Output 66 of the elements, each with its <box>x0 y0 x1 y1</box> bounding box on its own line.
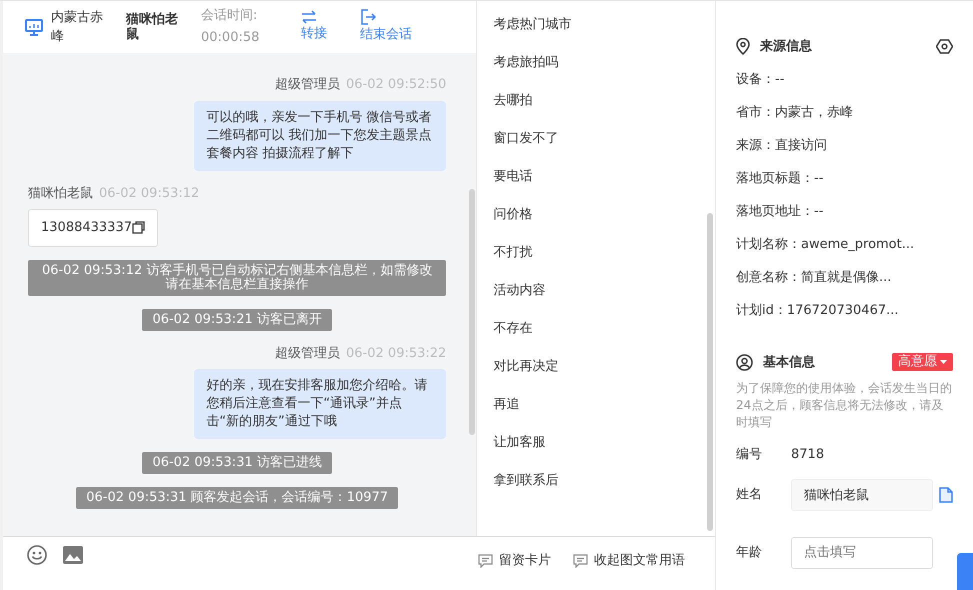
info-field: 计划名称：aweme_promot... <box>736 234 953 254</box>
user-icon <box>736 354 753 371</box>
system-message: 06-02 09:53:21 访客已离开 <box>142 308 332 330</box>
info-field: 落地页地址：-- <box>736 202 953 222</box>
message-time: 06-02 09:53:12 <box>99 184 200 202</box>
caret-icon <box>940 360 947 364</box>
toolbar-button[interactable]: 收起图文常用语 <box>573 551 685 571</box>
quick-reply-item[interactable]: 再追 <box>493 395 715 415</box>
quick-reply-item[interactable]: 拿到联系后 <box>493 471 715 491</box>
quick-reply-item[interactable]: 问价格 <box>493 205 715 225</box>
info-field: 省市：内蒙古，赤峰 <box>736 102 953 122</box>
comment-icon <box>573 554 588 568</box>
emoji-icon[interactable] <box>27 545 47 566</box>
quick-reply-item[interactable]: 活动内容 <box>493 281 715 301</box>
sender-name: 超级管理员 <box>275 344 340 362</box>
comment-icon <box>478 554 493 568</box>
info-field: 来源：直接访问 <box>736 136 953 156</box>
info-field: 创意名称：简直就是偶像... <box>736 268 953 288</box>
intent-tag[interactable]: 高意愿 <box>892 353 953 372</box>
quick-reply-item[interactable]: 窗口发不了 <box>493 129 715 149</box>
input-field[interactable]: 猫咪怕老鼠 <box>791 478 933 510</box>
phone-number: 13088433337 <box>41 219 132 237</box>
sender-name: 超级管理员 <box>275 76 340 94</box>
system-message: 06-02 09:53:31 访客已进线 <box>142 452 332 474</box>
notice-text: 为了保障您的使用体验，会话发生当日的24点之后，顾客信息将无法修改，请及时填写 <box>736 380 953 431</box>
transfer-icon <box>301 10 317 24</box>
message-bubble: 好的亲，现在安排客服加您介绍哈。请您稍后注意查看一下“通讯录”并点击“新的朋友”通过下哦 <box>194 369 446 439</box>
scrollbar[interactable] <box>469 189 476 435</box>
location-pin-icon <box>736 38 750 56</box>
section-title: 基本信息 <box>763 354 815 372</box>
message-time: 06-02 09:53:22 <box>346 344 446 362</box>
quick-reply-item[interactable]: 不存在 <box>493 319 715 339</box>
quick-reply-item[interactable]: 不打扰 <box>493 243 715 263</box>
field-label: 姓名 <box>736 486 763 504</box>
transfer-button[interactable]: 转接 <box>301 10 327 44</box>
quick-reply-item[interactable]: 考虑热门城市 <box>493 15 715 35</box>
system-message: 06-02 09:53:12 访客手机号已自动标记右侧基本信息栏，如需修改请在基本信息栏直接操作 <box>28 260 446 296</box>
visitor-location: 内蒙古赤峰 <box>51 9 104 46</box>
settings-icon[interactable] <box>936 39 953 54</box>
image-icon[interactable] <box>63 546 83 564</box>
info-field: 落地页标题：-- <box>736 168 953 188</box>
scrollbar[interactable] <box>707 213 713 531</box>
message-time: 06-02 09:52:50 <box>346 76 446 94</box>
input-field[interactable]: 点击填写 <box>791 536 933 568</box>
info-field: 设备：-- <box>736 70 953 90</box>
quick-reply-item[interactable]: 要电话 <box>493 167 715 187</box>
quick-reply-item[interactable]: 考虑旅拍吗 <box>493 53 715 73</box>
field-value: 8718 <box>791 446 824 464</box>
system-message: 06-02 09:53:31 顾客发起会话，会话编号：10977 <box>76 487 398 509</box>
session-time: 00:00:58 <box>201 29 260 47</box>
monitor-icon <box>25 18 43 36</box>
toolbar-button[interactable]: 留资卡片 <box>478 551 551 571</box>
exit-icon <box>360 9 376 25</box>
quick-reply-item[interactable]: 对比再决定 <box>493 357 715 377</box>
field-label: 年龄 <box>736 544 763 562</box>
message-bubble: 可以的哦，亲发一下手机号 微信号或者二维码都可以 我们加一下您发主题景点套餐内容 拍摄流程了解下 <box>194 100 446 170</box>
copy-icon[interactable] <box>132 221 145 234</box>
quick-reply-item[interactable]: 让加客服 <box>493 433 715 453</box>
info-field: 计划id：176720730467... <box>736 300 953 320</box>
session-time-label: 会话时间: <box>201 7 258 25</box>
end-session-button[interactable]: 结束会话 <box>360 9 412 45</box>
field-label: 编号 <box>736 446 763 464</box>
section-title: 来源信息 <box>760 38 812 56</box>
visitor-name: 猫咪怕老鼠 <box>126 12 179 42</box>
quick-reply-item[interactable]: 去哪拍 <box>493 91 715 111</box>
sender-name: 猫咪怕老鼠 <box>28 184 93 202</box>
